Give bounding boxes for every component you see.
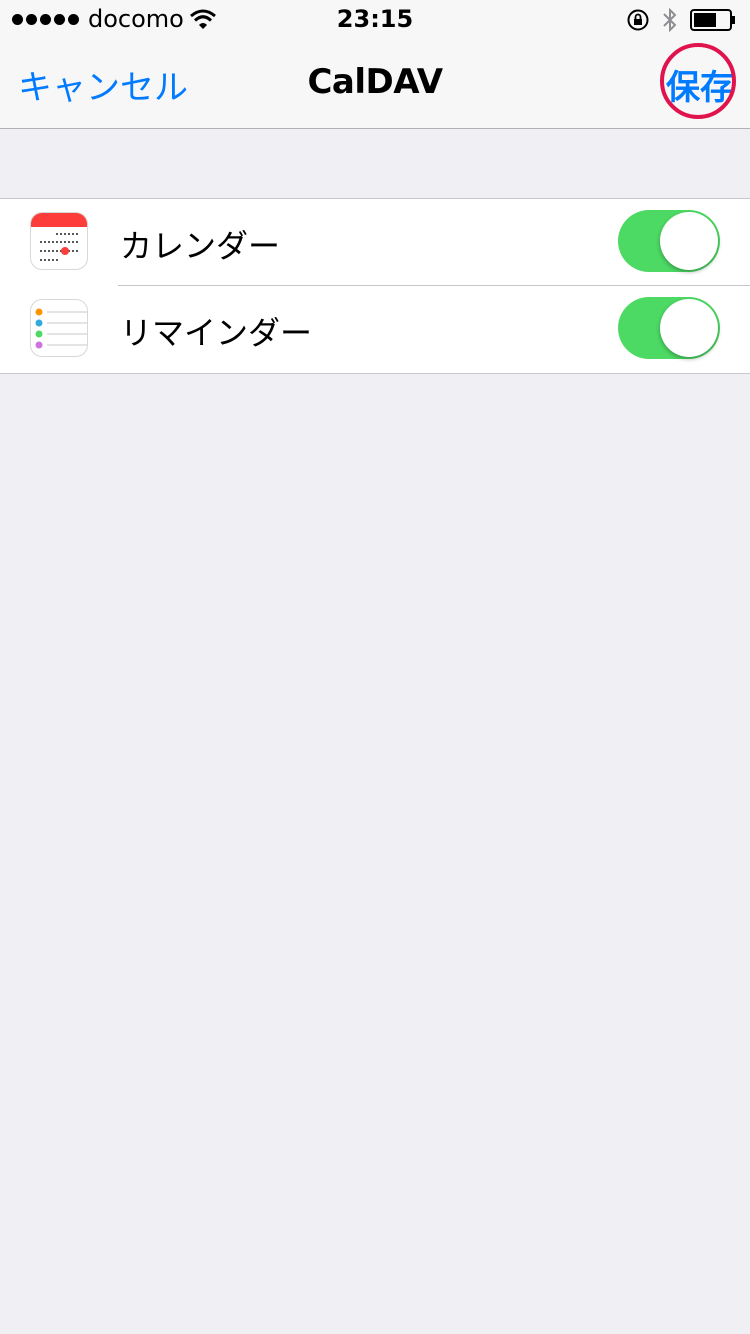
top-bar: docomo 23:15 キャンセル CalDAV 保存 bbox=[0, 0, 750, 129]
page-title: CalDAV bbox=[307, 62, 443, 102]
save-button[interactable]: 保存 bbox=[666, 60, 734, 109]
reminders-toggle[interactable] bbox=[618, 297, 720, 359]
calendar-label: カレンダー bbox=[120, 227, 281, 265]
settings-group: カレンダー リマインダー bbox=[0, 198, 750, 374]
status-bar: docomo 23:15 bbox=[0, 0, 750, 40]
toggle-knob bbox=[660, 212, 718, 270]
list-item-calendar: カレンダー bbox=[0, 199, 750, 286]
calendar-app-icon bbox=[30, 212, 88, 270]
calendar-toggle[interactable] bbox=[618, 210, 720, 272]
reminders-label: リマインダー bbox=[120, 314, 313, 352]
reminders-app-icon bbox=[30, 299, 88, 357]
orientation-lock-icon bbox=[627, 9, 649, 31]
toggle-knob bbox=[660, 299, 718, 357]
bluetooth-icon bbox=[663, 7, 677, 33]
battery-icon bbox=[690, 9, 735, 31]
list-item-reminders: リマインダー bbox=[0, 286, 750, 373]
